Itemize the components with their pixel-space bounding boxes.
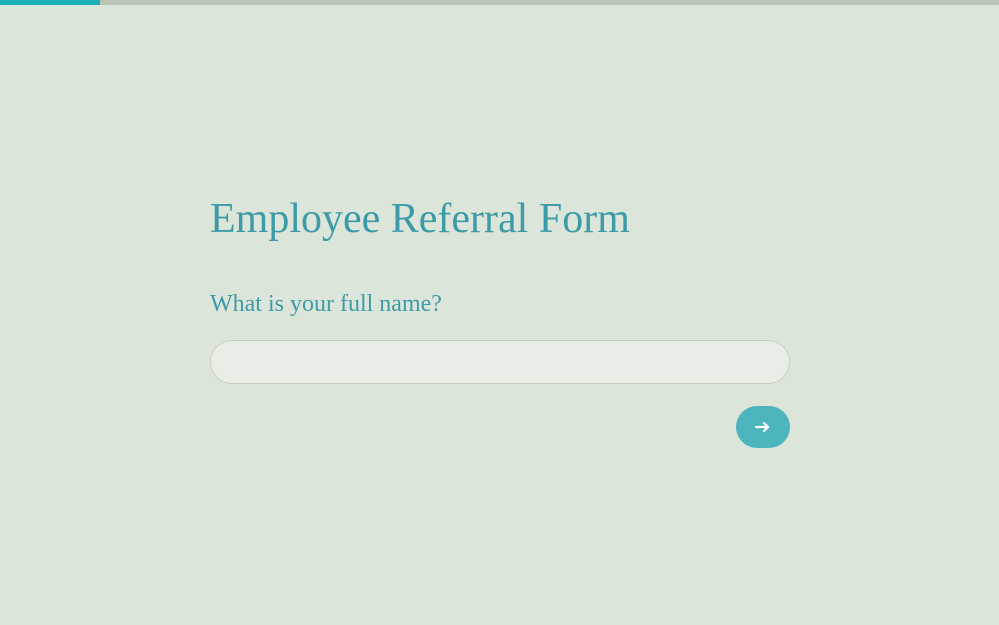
progress-fill	[0, 0, 100, 5]
next-button[interactable]	[736, 406, 790, 448]
form-title: Employee Referral Form	[210, 195, 790, 243]
progress-track	[0, 0, 999, 5]
full-name-input[interactable]	[210, 340, 790, 384]
form-container: Employee Referral Form What is your full…	[210, 195, 790, 448]
form-question: What is your full name?	[210, 291, 790, 318]
arrow-right-icon	[755, 421, 771, 433]
button-row	[210, 406, 790, 448]
